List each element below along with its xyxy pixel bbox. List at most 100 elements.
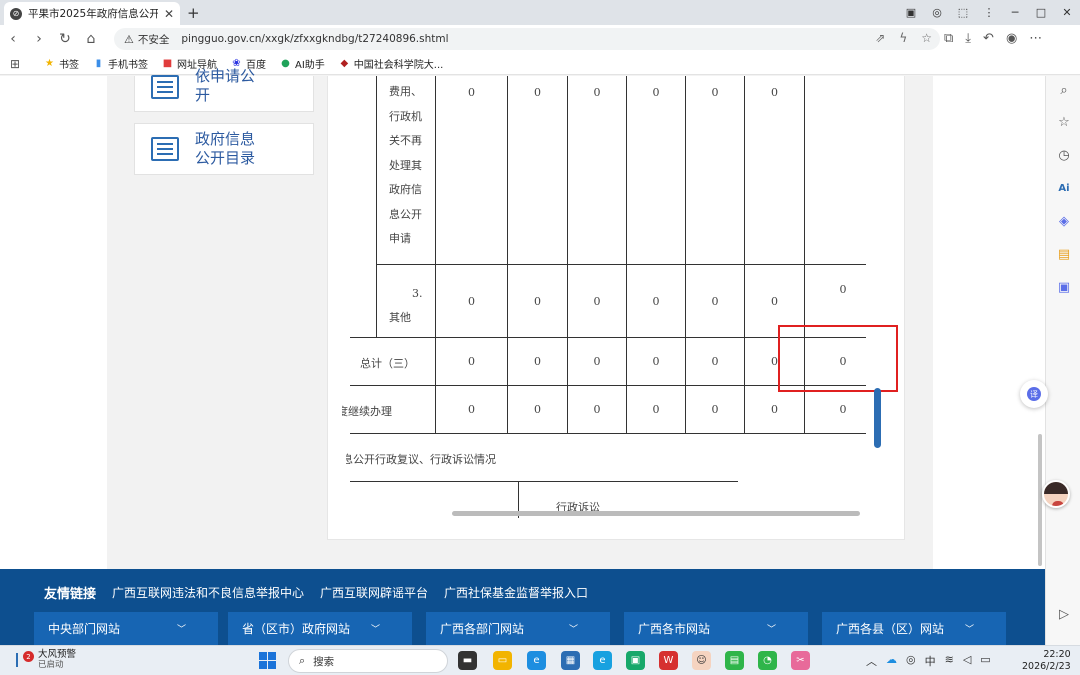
tab-bar: ⊘ 平果市2025年政府信息公开工作 ✕ + ▣ ◎ ⬚ ⋮ ─ □ ✕	[0, 0, 1080, 25]
dropdown-central[interactable]: 中央部门网站 ﹀	[34, 612, 218, 645]
tab-actions-icon[interactable]: ▣	[898, 6, 924, 19]
bookmark-item[interactable]: ★ 书签	[44, 56, 79, 71]
weather-status: 已启动	[38, 660, 64, 670]
weather-widget[interactable]: 2 大风预警 已启动	[14, 649, 76, 671]
bookmark-item[interactable]: ● AI助手	[280, 56, 325, 71]
tab-close-icon[interactable]: ✕	[164, 7, 174, 21]
taskbar-search[interactable]: ⌕ 搜索	[288, 649, 448, 673]
search-label: 搜索	[313, 655, 335, 668]
bolt-icon[interactable]: ϟ	[899, 31, 907, 45]
chat-icon[interactable]: ▤	[725, 651, 744, 670]
share-icon[interactable]: ⇗	[875, 31, 885, 45]
wechat-icon[interactable]: ◔	[758, 651, 777, 670]
new-tab-button[interactable]: +	[187, 4, 200, 22]
window-controls: ▣ ◎ ⬚ ⋮ ─ □ ✕	[898, 0, 1080, 25]
start-button[interactable]	[259, 652, 276, 669]
footer-link[interactable]: 广西社保基金监督举报入口	[444, 584, 588, 601]
table-cell: 0	[652, 295, 660, 308]
sidebar-card-apply[interactable]: 依申请公开	[134, 67, 314, 112]
incognito-icon[interactable]: ◎	[924, 6, 950, 19]
battery-icon[interactable]: ▭	[980, 653, 990, 669]
bookmark-item[interactable]: ▮ 手机书签	[93, 56, 148, 71]
table-cell: 0	[534, 355, 541, 368]
game-icon[interactable]: ◈	[1056, 213, 1072, 229]
ime-label[interactable]: 中	[925, 653, 936, 669]
edge-icon[interactable]: e	[527, 651, 546, 670]
assistant-avatar[interactable]	[1042, 480, 1070, 508]
table-line	[567, 76, 568, 434]
tray-expand-icon[interactable]: ︿	[866, 653, 877, 669]
table-cell: 0	[652, 86, 660, 99]
favorite-star-icon[interactable]: ☆	[921, 31, 932, 45]
wifi-icon[interactable]: ≋	[945, 653, 954, 669]
apps-grid-icon[interactable]: ⊞	[0, 57, 30, 71]
dropdown-cities[interactable]: 广西各市网站 ﹀	[624, 612, 808, 645]
volume-icon[interactable]: ◁	[963, 653, 971, 669]
favorites-icon[interactable]: ☆	[1056, 114, 1072, 130]
sidebar-card-label: 政府信息 公开目录	[195, 130, 256, 167]
minimize-icon[interactable]: ─	[1002, 6, 1028, 19]
sidebar-card-catalog[interactable]: 政府信息 公开目录	[134, 123, 314, 175]
table-cell: 0	[468, 403, 475, 416]
collapse-sidebar-icon[interactable]: ▷	[1056, 606, 1072, 622]
avatar-app-icon[interactable]: ☺	[692, 651, 711, 670]
bookmark-item[interactable]: ◆ 中国社会科学院大...	[339, 56, 443, 71]
extensions-icon[interactable]: ⬚	[950, 6, 976, 19]
home-icon[interactable]: ⌂	[78, 31, 104, 47]
url-field[interactable]: ⚠ 不安全 pingguo.gov.cn/xxgk/zfxxgkndbg/t27…	[114, 28, 940, 50]
footer-link[interactable]: 广西互联网辟谣平台	[320, 584, 428, 601]
tab-title: 平果市2025年政府信息公开工作	[28, 8, 158, 20]
highlight-box	[778, 325, 898, 392]
history-back-icon[interactable]: ↶	[983, 31, 994, 46]
network-status-icon[interactable]: ◎	[906, 653, 916, 669]
browser-icon[interactable]: e	[593, 651, 612, 670]
wps-icon[interactable]: W	[659, 651, 678, 670]
close-window-icon[interactable]: ✕	[1054, 6, 1080, 19]
translate-icon[interactable]: ▣	[1056, 279, 1072, 295]
clock-time: 22:20	[1043, 649, 1071, 660]
section-label: 五、政府信息公开行政复议、行政诉讼情况	[346, 453, 496, 466]
translate-icon: 译	[1027, 387, 1041, 401]
extension-puzzle-icon[interactable]: ⧉	[944, 31, 953, 46]
page-scrollbar[interactable]	[1038, 434, 1042, 566]
translate-float-button[interactable]: 译	[1020, 380, 1048, 408]
horizontal-scrollbar[interactable]	[452, 511, 860, 516]
taskbar-clock[interactable]: 22:20 2026/2/23	[1022, 649, 1071, 673]
back-icon[interactable]: ‹	[0, 31, 26, 47]
address-bar: ‹ › ↻ ⌂ ⚠ 不安全 pingguo.gov.cn/xxgk/zfxxgk…	[0, 25, 1080, 53]
footer-link[interactable]: 广西互联网违法和不良信息举报中心	[112, 584, 304, 601]
ai-icon: ●	[281, 58, 290, 69]
dropdown-counties[interactable]: 广西各县（区）网站 ﹀	[822, 612, 1006, 645]
dropdown-province[interactable]: 省（区市）政府网站 ﹀	[228, 612, 412, 645]
table-cell: 0	[711, 355, 719, 368]
warning-icon: ⚠	[124, 32, 134, 46]
taskview-icon[interactable]: ▬	[458, 651, 477, 670]
row-label-total: （三）总计	[360, 357, 415, 370]
table-cell: 0	[468, 355, 475, 368]
forward-icon[interactable]: ›	[26, 31, 52, 47]
cloud-icon[interactable]: ☁	[886, 653, 897, 669]
more-menu-icon[interactable]: ⋯	[1029, 31, 1042, 46]
browser-tab[interactable]: ⊘ 平果市2025年政府信息公开工作 ✕	[4, 2, 180, 25]
snip-tool-icon[interactable]: ✂	[791, 651, 810, 670]
profile-icon[interactable]: ◉	[1006, 31, 1017, 46]
table-scrollbar-thumb[interactable]	[874, 388, 881, 448]
friend-links: 友情链接 广西互联网违法和不良信息举报中心 广西互联网辟谣平台 广西社保基金监督…	[44, 583, 588, 602]
menu-dots-icon[interactable]: ⋮	[976, 6, 1002, 19]
row-label-fee: 费用、 行政机 关不再 处理其 政府信 息公开 申请	[389, 85, 422, 245]
notification-badge: 2	[23, 651, 34, 662]
search-icon[interactable]: ⌕	[1056, 82, 1072, 98]
store-icon[interactable]: ▦	[561, 651, 580, 670]
list-icon	[151, 137, 179, 161]
ai-assistant-icon[interactable]: Ai	[1056, 180, 1072, 196]
download-icon[interactable]: ⤓	[965, 31, 971, 46]
toolbox-icon[interactable]: ▤	[1056, 246, 1072, 262]
file-explorer-icon[interactable]: ▭	[493, 651, 512, 670]
dropdown-departments[interactable]: 广西各部门网站 ﹀	[426, 612, 610, 645]
history-icon[interactable]: ◷	[1056, 147, 1072, 163]
maximize-icon[interactable]: □	[1028, 6, 1054, 19]
table-cell: 0	[534, 295, 541, 308]
reload-icon[interactable]: ↻	[52, 31, 78, 47]
app-green-icon[interactable]: ▣	[626, 651, 645, 670]
table-cell: 0	[652, 403, 660, 416]
